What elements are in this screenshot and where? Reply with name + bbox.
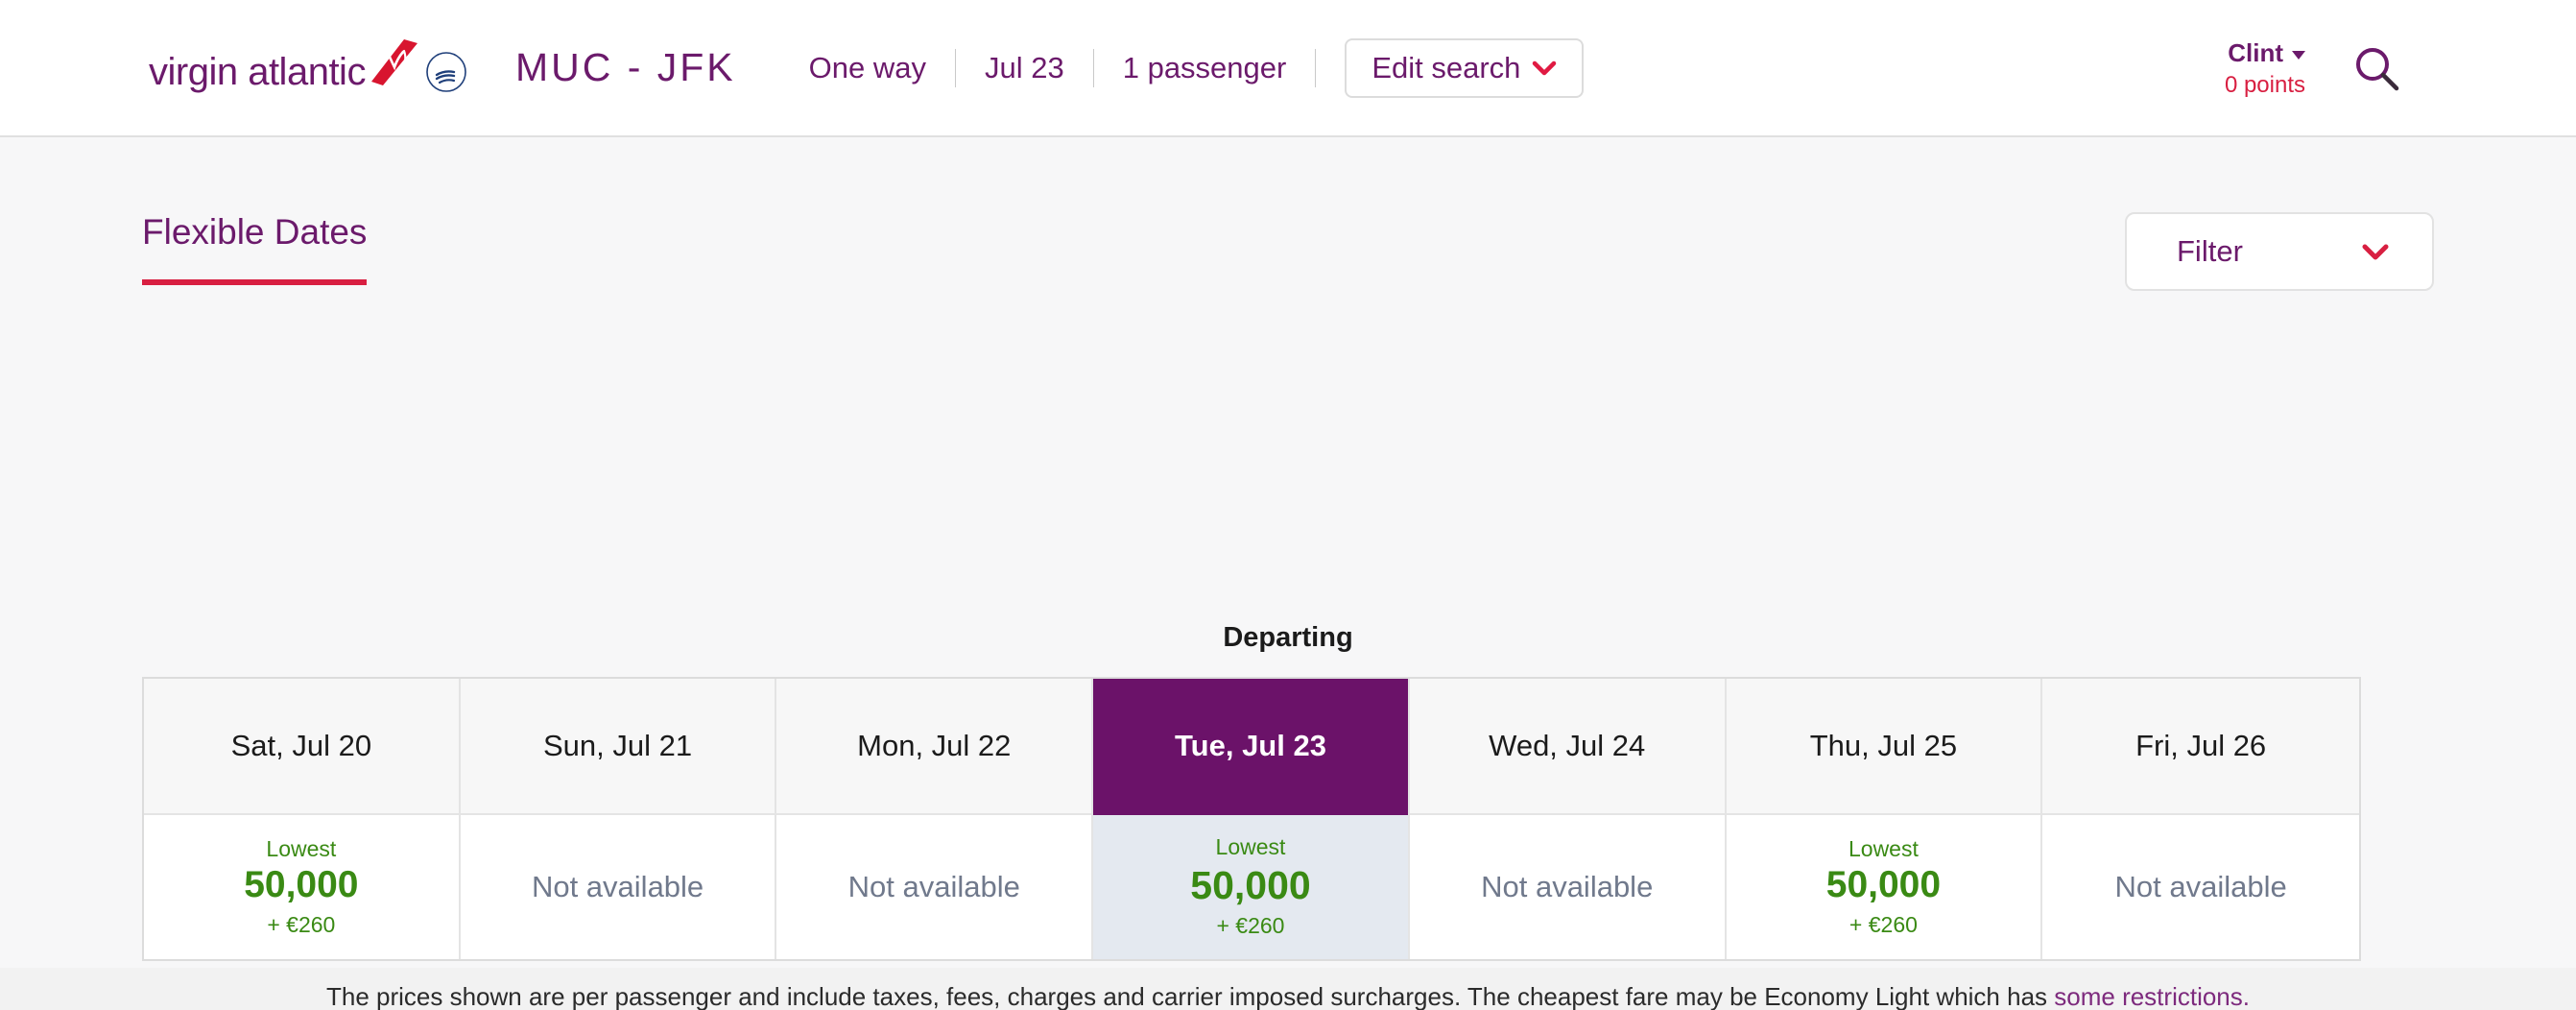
- price-cash-surcharge: + €260: [1849, 911, 1918, 937]
- price-points: 50,000: [244, 864, 359, 906]
- account-points: 0 points: [2224, 71, 2305, 98]
- disclaimer-text: The prices shown are per passenger and i…: [325, 982, 2055, 1010]
- edit-search-button[interactable]: Edit search: [1345, 37, 1585, 98]
- date-header[interactable]: Thu, Jul 25: [1726, 679, 2041, 815]
- caret-down-icon: [2292, 51, 2305, 60]
- price-cell[interactable]: Not available: [460, 815, 775, 959]
- search-icon[interactable]: [2351, 43, 2403, 95]
- date-column[interactable]: Mon, Jul 22 Not available: [776, 679, 1094, 959]
- lowest-label: Lowest: [1848, 835, 1919, 861]
- price-points: 50,000: [1825, 864, 1942, 906]
- price-disclaimer: The prices shown are per passenger and i…: [142, 982, 2434, 1010]
- price-cash-surcharge: + €260: [267, 911, 336, 937]
- toolbar-row: Flexible Dates Filter: [142, 212, 2434, 291]
- date-column[interactable]: Wed, Jul 24 Not available: [1409, 679, 1727, 959]
- route-title: MUC - JFK: [514, 45, 736, 89]
- not-available-label: Not available: [1481, 870, 1654, 903]
- tab-flexible-dates[interactable]: Flexible Dates: [142, 212, 368, 285]
- lowest-label: Lowest: [1215, 834, 1286, 860]
- date-header[interactable]: Fri, Jul 26: [2042, 679, 2359, 815]
- chevron-down-icon: [1532, 60, 1557, 76]
- date-header[interactable]: Wed, Jul 24: [1409, 679, 1725, 815]
- page-body: Flexible Dates Filter Departing Sat, Jul…: [0, 137, 2576, 1010]
- date-column[interactable]: Sun, Jul 21 Not available: [460, 679, 777, 959]
- site-header: virgin atlantic MUC - JFK One way Jul 23…: [0, 0, 2576, 137]
- divider: [1315, 48, 1317, 87]
- date-column[interactable]: Tue, Jul 23 Lowest 50,000 + €260: [1093, 679, 1410, 959]
- brand-wordmark: virgin atlantic: [149, 50, 366, 93]
- filter-label: Filter: [2177, 234, 2243, 268]
- edit-search-label: Edit search: [1371, 50, 1521, 84]
- account-name-row: Clint: [2228, 37, 2305, 69]
- skyteam-icon: [425, 51, 467, 93]
- not-available-label: Not available: [847, 870, 1020, 903]
- price-cell[interactable]: Lowest 50,000 + €260: [1726, 815, 2041, 959]
- not-available-label: Not available: [531, 870, 704, 903]
- price-cell[interactable]: Not available: [1409, 815, 1725, 959]
- account-menu[interactable]: Clint 0 points: [2225, 37, 2305, 100]
- date-header[interactable]: Mon, Jul 22: [776, 679, 1092, 815]
- some-restrictions-link[interactable]: some restrictions.: [2054, 982, 2250, 1010]
- trip-type-value[interactable]: One way: [809, 51, 955, 85]
- date-header[interactable]: Sat, Jul 20: [144, 679, 459, 815]
- search-summary: One way Jul 23 1 passenger Edit search: [809, 37, 1585, 98]
- lowest-label: Lowest: [266, 835, 337, 861]
- chevron-down-icon: [2361, 243, 2390, 261]
- date-column[interactable]: Fri, Jul 26 Not available: [2042, 679, 2359, 959]
- date-column[interactable]: Sat, Jul 20 Lowest 50,000 + €260: [144, 679, 461, 959]
- price-points: 50,000: [1190, 862, 1311, 907]
- price-cell[interactable]: Not available: [776, 815, 1092, 959]
- passenger-count-value[interactable]: 1 passenger: [1094, 51, 1316, 85]
- header-right-group: Clint 0 points: [2225, 0, 2576, 137]
- filter-button[interactable]: Filter: [2125, 212, 2434, 291]
- flexible-dates-table: Sat, Jul 20 Lowest 50,000 + €260 Sun, Jul 21…: [142, 677, 2361, 961]
- date-header[interactable]: Sun, Jul 21: [460, 679, 775, 815]
- date-column[interactable]: Thu, Jul 25 Lowest 50,000 + €260: [1726, 679, 2043, 959]
- account-name: Clint: [2228, 38, 2283, 68]
- date-header[interactable]: Tue, Jul 23: [1093, 679, 1408, 815]
- virgin-tailfin-icon: [362, 37, 419, 87]
- price-cell[interactable]: Lowest 50,000 + €260: [1093, 815, 1408, 959]
- price-cell[interactable]: Lowest 50,000 + €260: [144, 815, 459, 959]
- departing-label: Departing: [1223, 622, 1353, 653]
- travel-date-value[interactable]: Jul 23: [956, 51, 1093, 85]
- virgin-atlantic-logo[interactable]: virgin atlantic: [149, 35, 467, 102]
- price-cash-surcharge: + €260: [1216, 913, 1285, 939]
- price-cell[interactable]: Not available: [2042, 815, 2359, 959]
- not-available-label: Not available: [2114, 870, 2287, 903]
